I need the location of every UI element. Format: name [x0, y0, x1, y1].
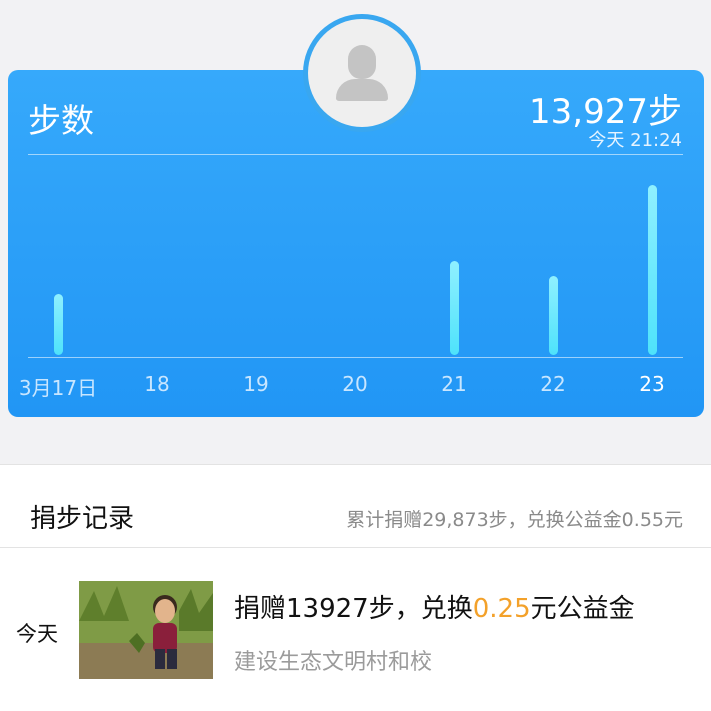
donation-records-title: 捐步记录 [30, 504, 135, 534]
record-amount: 0.25 [472, 594, 531, 624]
x-tick-label-6: 23 [639, 372, 665, 396]
x-tick-label-5: 22 [540, 372, 566, 396]
x-tick-label-3: 20 [342, 372, 368, 396]
x-tick-label-0: 3月17日 [18, 376, 98, 400]
chart-baseline [28, 357, 683, 358]
record-main-text: 捐赠13927步，兑换0.25元公益金 [234, 588, 635, 625]
record-main-prefix: 捐赠13927步，兑换 [234, 594, 473, 624]
steps-bar-5 [548, 275, 558, 355]
donation-records-header: 捐步记录 累计捐赠29,873步，兑换公益金0.55元 [0, 464, 711, 548]
steps-bar-4 [449, 260, 459, 355]
donation-records-summary: 累计捐赠29,873步，兑换公益金0.55元 [346, 509, 683, 531]
record-project-name: 建设生态文明村和校 [234, 650, 433, 675]
steps-bar-0 [53, 293, 63, 355]
record-main-suffix: 元公益金 [530, 594, 635, 624]
x-tick-label-2: 19 [243, 372, 269, 396]
user-avatar[interactable] [303, 14, 421, 132]
x-tick-label-1: 18 [144, 372, 170, 396]
donation-record-item[interactable]: 今天 捐赠13927步，兑换0.25元公益金 建设生态文明村和校 [0, 548, 711, 711]
project-thumbnail [79, 581, 213, 679]
record-date: 今天 [16, 622, 58, 646]
default-user-avatar-icon [308, 19, 416, 127]
steps-bar-6 [647, 185, 657, 355]
x-tick-label-4: 21 [441, 372, 467, 396]
